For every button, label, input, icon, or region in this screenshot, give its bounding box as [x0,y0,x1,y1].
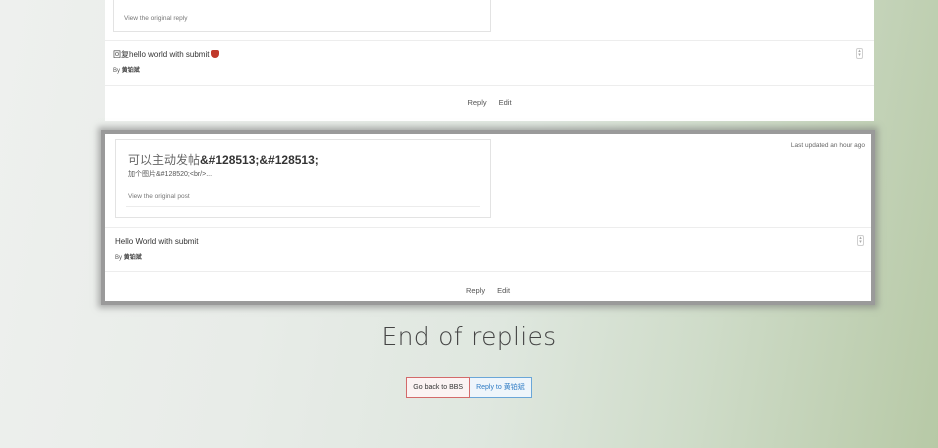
quoted-post-excerpt: 加个图片&#128520;<br/>... [128,171,213,178]
vote-arrows-icon[interactable]: ▴ ▾ [857,235,864,246]
vote-arrows-icon[interactable]: ▴ ▾ [856,48,863,59]
reply-card-first: View the original reply 回复hello world wi… [105,0,874,121]
quoted-post-title-cn: 可以主动发帖 [128,153,201,167]
view-original-reply-link[interactable]: View the original reply [124,15,187,22]
reply-author-line: By 黄铂斌 [115,252,142,261]
divider [105,227,871,228]
quoted-post-title: 可以主动发帖&#128513;&#128513; [128,151,319,168]
by-label: By [113,68,121,74]
divider [126,206,480,207]
edit-button[interactable]: Edit [495,95,516,110]
divider [105,40,874,41]
reply-button[interactable]: Reply [463,95,490,110]
reply-actions: Reply Edit [105,95,874,110]
reply-button[interactable]: Reply [462,283,489,298]
shield-badge-icon [211,50,220,58]
author-name[interactable]: 黄铂斌 [122,68,140,74]
end-of-replies-heading: End of replies [381,322,557,351]
reply-title: Hello World with submit [115,237,199,246]
reply-actions: Reply Edit [105,283,871,298]
reply-title: 回复hello world with submit [113,49,220,60]
reply-card-highlighted: 可以主动发帖&#128513;&#128513; 加个图片&#128520;<b… [101,130,875,305]
divider [105,271,871,272]
by-label: By [115,255,123,261]
last-updated-text: Last updated an hour ago [790,142,865,149]
edit-button[interactable]: Edit [493,283,514,298]
go-back-to-bbs-button[interactable]: Go back to BBS [406,377,471,398]
quoted-reply-box: View the original reply [113,0,491,32]
footer-button-group: Go back to BBS Reply to 黄铂斌 [0,377,938,398]
reply-to-author-button[interactable]: Reply to 黄铂斌 [470,377,532,398]
divider [105,85,874,86]
view-original-post-link[interactable]: View the original post [128,193,190,200]
author-name[interactable]: 黄铂斌 [124,255,142,261]
quoted-post-title-code: &#128513;&#128513; [200,153,319,167]
quoted-post-box: 可以主动发帖&#128513;&#128513; 加个图片&#128520;<b… [115,139,491,218]
reply-title-text: 回复hello world with submit [113,50,210,59]
reply-author-line: By 黄铂斌 [113,65,140,74]
